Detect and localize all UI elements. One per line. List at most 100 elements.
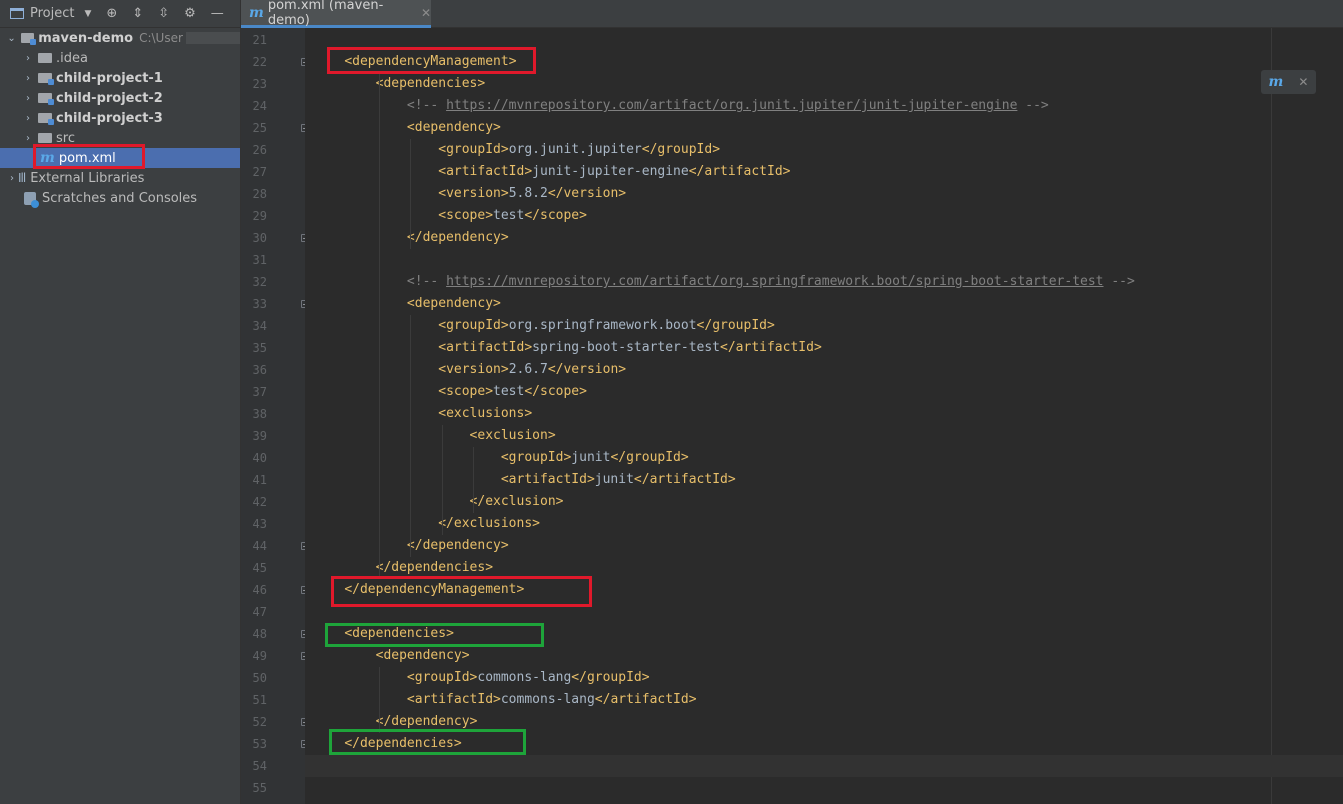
project-view-title[interactable]: Project [30, 6, 74, 21]
chevron-right-icon[interactable]: › [22, 73, 34, 84]
close-icon[interactable]: ✕ [421, 6, 431, 20]
code-line[interactable]: <dependency> [305, 293, 1343, 315]
code-line[interactable] [305, 249, 1343, 271]
chevron-right-icon[interactable]: › [22, 53, 34, 64]
maven-reload-icon[interactable]: m [1269, 74, 1284, 90]
line-number: 23 [252, 77, 267, 91]
code-line[interactable]: <dependencies> [305, 73, 1343, 95]
annotation-highlight-dependencies-close [329, 729, 526, 755]
line-number: 37 [252, 385, 267, 399]
project-tree: ⌄ maven-demo C:\User › .idea › child-pro… [0, 28, 240, 208]
line-number: 22 [252, 55, 267, 69]
tree-item-maven-demo[interactable]: ⌄ maven-demo C:\User [0, 28, 240, 48]
line-number: 39 [252, 429, 267, 443]
code-line[interactable]: <artifactId>junit-jupiter-engine</artifa… [305, 161, 1343, 183]
close-icon[interactable]: ✕ [1298, 75, 1308, 89]
line-number: 43 [252, 517, 267, 531]
line-number: 49 [252, 649, 267, 663]
code-line[interactable]: <dependency> [305, 117, 1343, 139]
line-number: 27 [252, 165, 267, 179]
tree-item-idea[interactable]: › .idea [0, 48, 240, 68]
tree-item-child-project-3[interactable]: › child-project-3 [0, 108, 240, 128]
line-number: 53 [252, 737, 267, 751]
expand-all-icon[interactable]: ⇕ [132, 6, 143, 21]
line-number: 31 [252, 253, 267, 267]
chevron-right-icon[interactable]: › [22, 133, 34, 144]
line-number: 42 [252, 495, 267, 509]
code-line[interactable]: </exclusions> [305, 513, 1343, 535]
module-folder-icon [38, 73, 54, 85]
code-line[interactable]: <groupId>junit</groupId> [305, 447, 1343, 469]
code-line[interactable]: <groupId>org.springframework.boot</group… [305, 315, 1343, 337]
indent-guide [441, 425, 443, 535]
collapse-all-icon[interactable]: ⇳ [158, 6, 169, 21]
tab-pom-xml[interactable]: m pom.xml (maven-demo) ✕ [241, 0, 431, 28]
tree-item-scratches[interactable]: Scratches and Consoles [0, 188, 240, 208]
code-line[interactable]: <artifactId>junit</artifactId> [305, 469, 1343, 491]
locate-icon[interactable]: ⊕ [106, 6, 117, 21]
line-number: 41 [252, 473, 267, 487]
indent-guide [410, 139, 412, 249]
line-number: 50 [252, 671, 267, 685]
code-line[interactable]: <exclusions> [305, 403, 1343, 425]
line-number: 34 [252, 319, 267, 333]
code-line[interactable]: </dependency> [305, 535, 1343, 557]
annotation-highlight-dependency-management-open [327, 47, 536, 74]
line-number: 45 [252, 561, 267, 575]
code-line[interactable]: <artifactId>spring-boot-starter-test</ar… [305, 337, 1343, 359]
module-folder-icon [38, 93, 54, 105]
folder-icon [38, 133, 52, 143]
tree-item-label: child-project-3 [56, 110, 163, 126]
code-line[interactable]: </dependency> [305, 227, 1343, 249]
line-number: 38 [252, 407, 267, 421]
line-number: 32 [252, 275, 267, 289]
line-number: 55 [252, 781, 267, 795]
line-number: 30 [252, 231, 267, 245]
project-panel-header: Project ▼ ⊕ ⇕ ⇳ ⚙ — [0, 0, 240, 28]
line-number: 44 [252, 539, 267, 553]
tree-item-child-project-2[interactable]: › child-project-2 [0, 88, 240, 108]
chevron-right-icon[interactable]: › [22, 113, 34, 124]
code-line[interactable]: </exclusion> [305, 491, 1343, 513]
code-line[interactable]: <groupId>org.junit.jupiter</groupId> [305, 139, 1343, 161]
annotation-highlight-dependencies-open [325, 623, 544, 647]
hide-icon[interactable]: — [211, 6, 224, 21]
code-line[interactable]: <dependency> [305, 645, 1343, 667]
code-line[interactable]: <groupId>commons-lang</groupId> [305, 667, 1343, 689]
code-line[interactable]: <!-- https://mvnrepository.com/artifact/… [305, 271, 1343, 293]
code-line[interactable] [305, 755, 1343, 777]
code-line[interactable] [305, 777, 1343, 799]
code-line[interactable]: <version>2.6.7</version> [305, 359, 1343, 381]
line-number: 52 [252, 715, 267, 729]
library-icon: Ill [18, 171, 26, 185]
code-line[interactable]: <scope>test</scope> [305, 205, 1343, 227]
line-number: 33 [252, 297, 267, 311]
line-number: 24 [252, 99, 267, 113]
chevron-right-icon[interactable]: › [6, 173, 18, 184]
line-number: 28 [252, 187, 267, 201]
line-number: 48 [252, 627, 267, 641]
chevron-down-icon[interactable]: ▼ [84, 9, 91, 19]
maven-reload-popup[interactable]: m ✕ [1261, 70, 1316, 94]
line-number: 54 [252, 759, 267, 773]
tree-item-label: child-project-1 [56, 70, 163, 86]
redacted-path [185, 32, 240, 44]
tree-item-label: .idea [56, 50, 88, 66]
code-line[interactable]: <!-- https://mvnrepository.com/artifact/… [305, 95, 1343, 117]
tree-item-external-libraries[interactable]: › Ill External Libraries [0, 168, 240, 188]
code-line[interactable]: <artifactId>commons-lang</artifactId> [305, 689, 1343, 711]
indent-guide [378, 73, 380, 579]
tree-item-label: External Libraries [30, 170, 145, 186]
tree-item-child-project-1[interactable]: › child-project-1 [0, 68, 240, 88]
chevron-down-icon[interactable]: ⌄ [6, 33, 17, 44]
line-number: 51 [252, 693, 267, 707]
gear-icon[interactable]: ⚙ [184, 6, 196, 21]
project-panel: Project ▼ ⊕ ⇕ ⇳ ⚙ — ⌄ maven-demo C:\User… [0, 0, 241, 804]
line-number: 35 [252, 341, 267, 355]
chevron-right-icon[interactable]: › [22, 93, 34, 104]
code-line[interactable]: <version>5.8.2</version> [305, 183, 1343, 205]
indent-guide [410, 315, 412, 557]
code-line[interactable]: <scope>test</scope> [305, 381, 1343, 403]
code-editor[interactable]: <dependencyManagement> <dependencies> <!… [305, 28, 1343, 804]
code-line[interactable]: <exclusion> [305, 425, 1343, 447]
